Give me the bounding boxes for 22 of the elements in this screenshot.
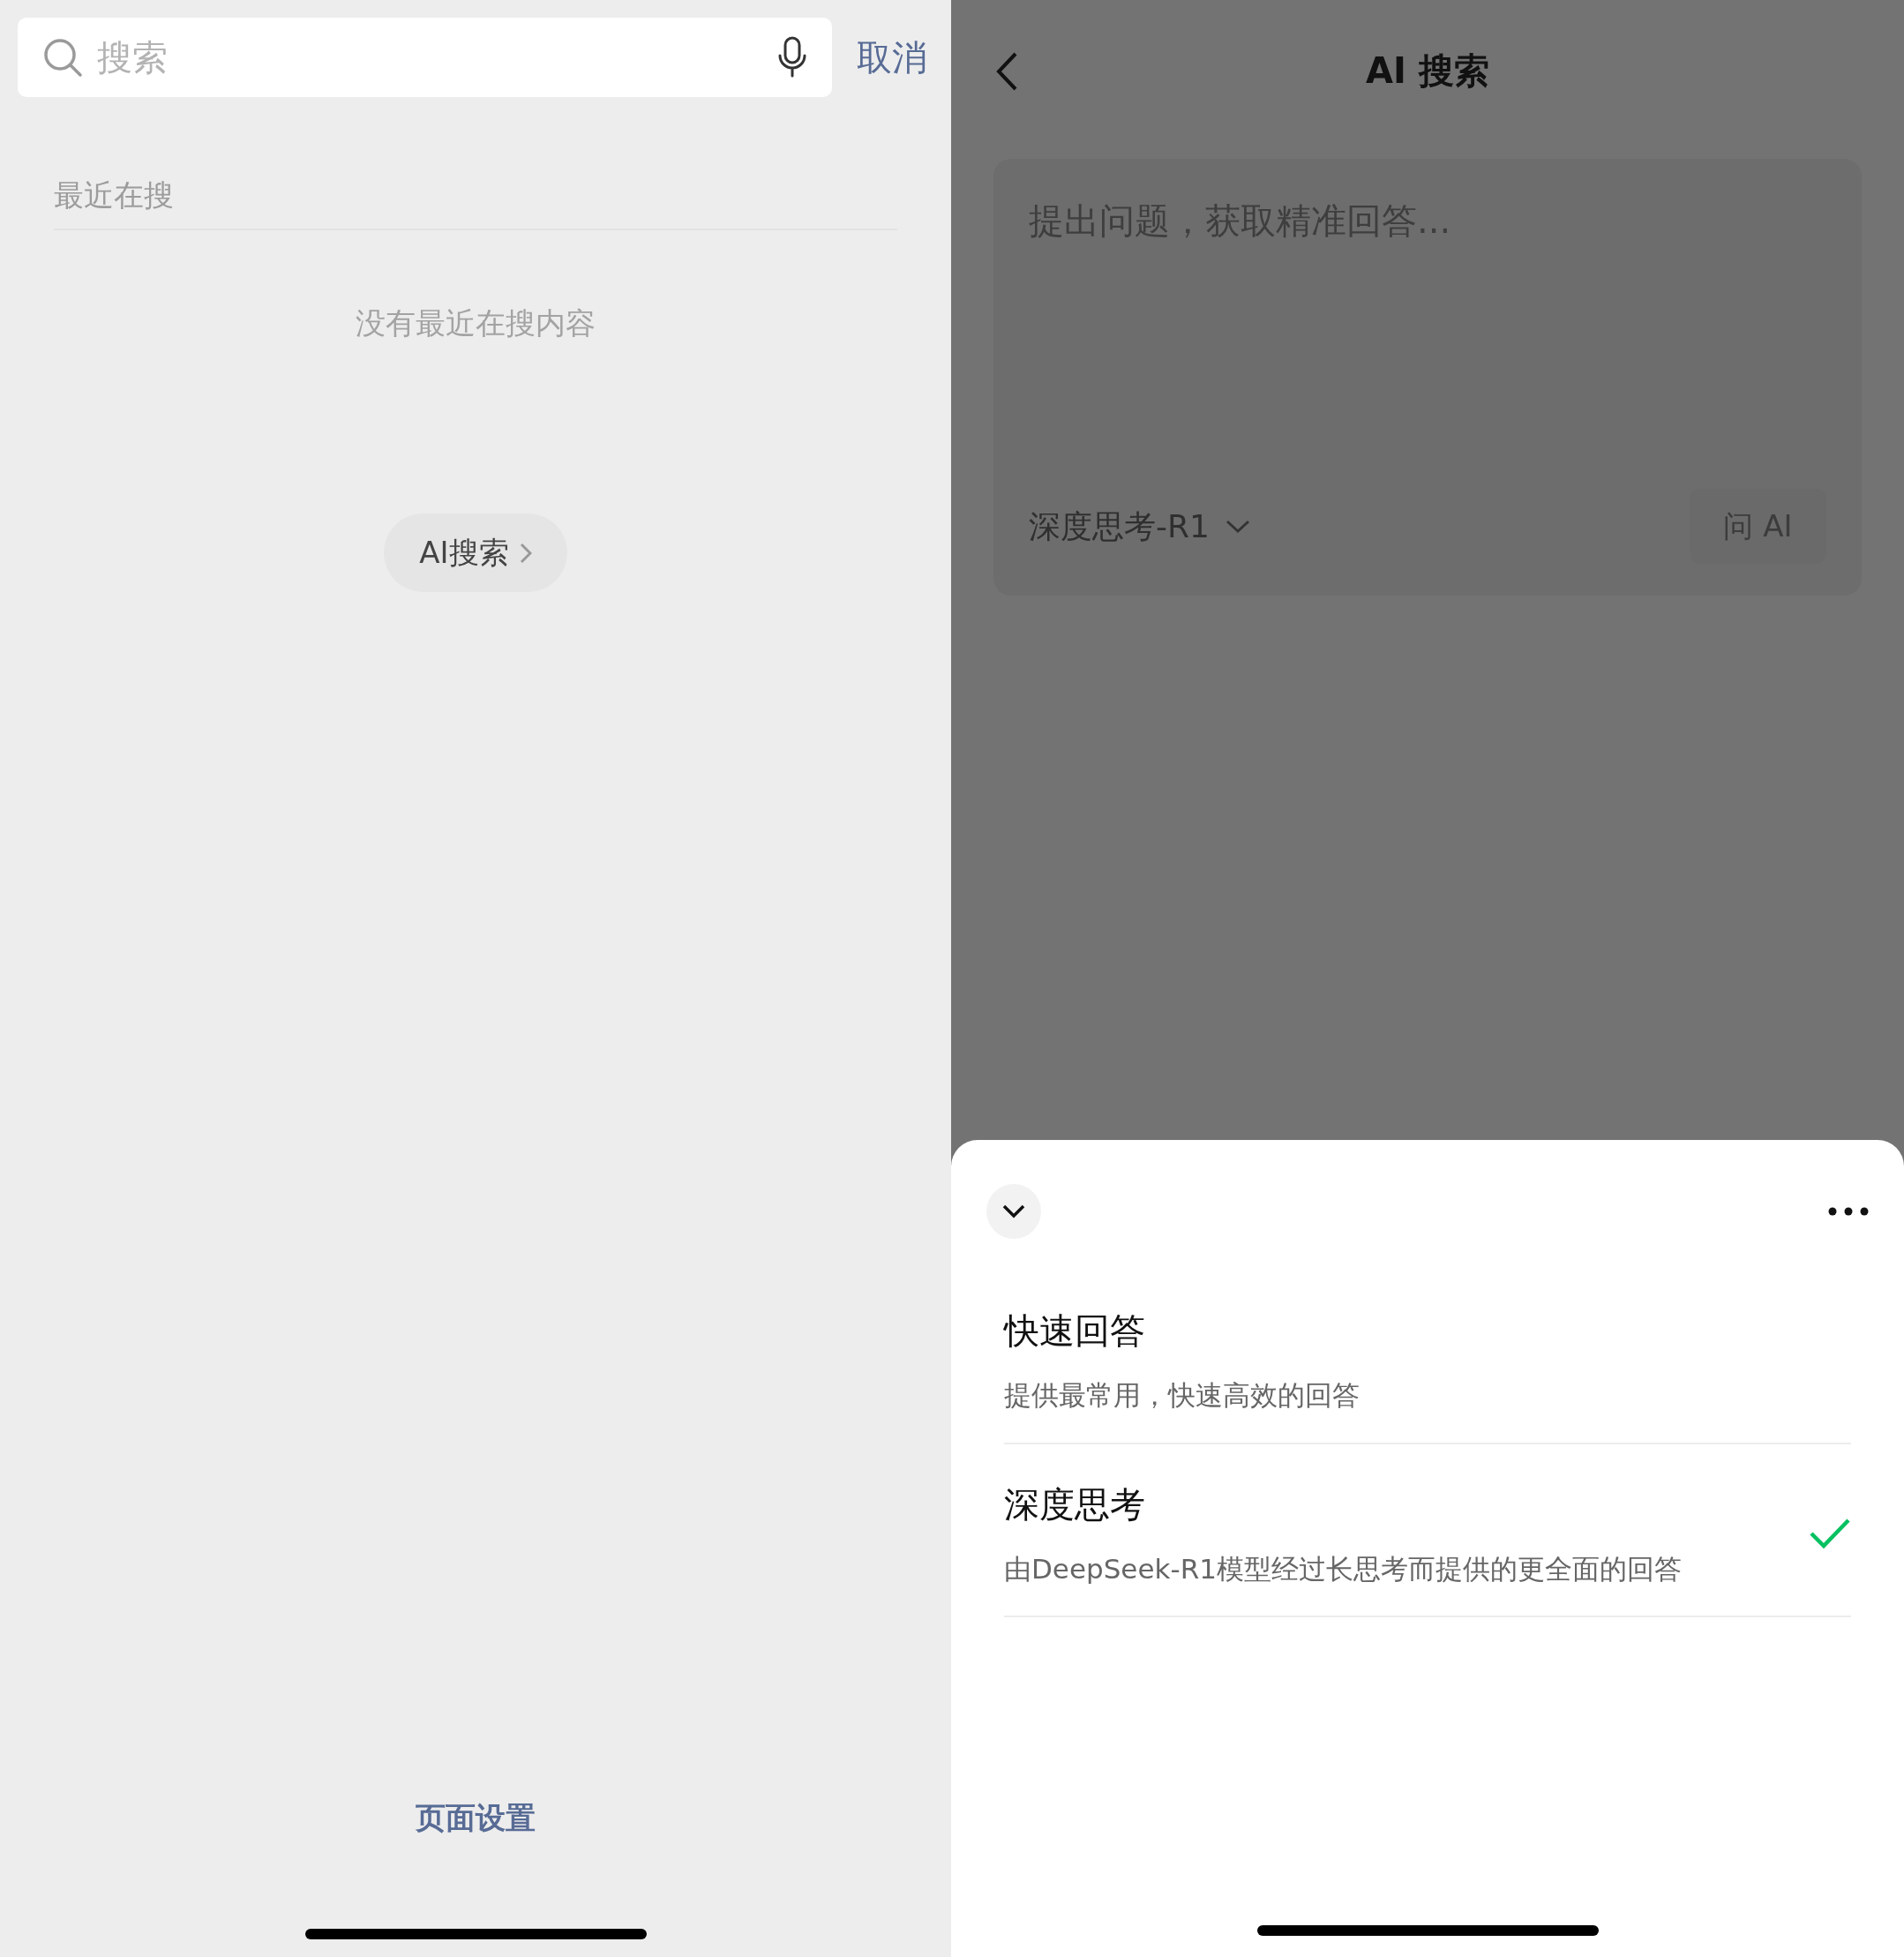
option-description: 提供最常用，快速高效的回答 [1004,1378,1360,1413]
search-field[interactable]: 搜索 [18,18,832,97]
chevron-down-icon [1002,1204,1025,1218]
cancel-button[interactable]: 取消 [857,31,927,84]
option-title: 深度思考 [1004,1482,1146,1526]
more-icon[interactable] [1828,1207,1869,1216]
ai-search-button[interactable]: AI搜索 [384,514,567,592]
option-row[interactable]: 深度思考 由DeepSeek-R1模型经过长思考而提供的更全面的回答 [1004,1461,1851,1617]
search-input[interactable]: 搜索 [97,31,763,84]
chevron-down-icon [1225,519,1250,534]
model-selector[interactable]: 深度思考-R1 [1029,502,1250,551]
option-row[interactable]: 快速回答 提供最常用，快速高效的回答 [1004,1288,1851,1444]
microphone-icon[interactable] [777,36,807,79]
page-settings-link[interactable]: 页面设置 [416,1796,536,1841]
section-title: 最近在搜 [54,177,174,213]
back-icon[interactable] [995,51,1018,92]
option-title: 快速回答 [1004,1309,1146,1353]
page-title: AI 搜索 [1366,49,1489,93]
chevron-right-icon [519,542,532,564]
option-description: 由DeepSeek-R1模型经过长思考而提供的更全面的回答 [1004,1551,1682,1586]
empty-message: 没有最近在搜内容 [356,304,596,342]
search-icon [42,37,83,78]
